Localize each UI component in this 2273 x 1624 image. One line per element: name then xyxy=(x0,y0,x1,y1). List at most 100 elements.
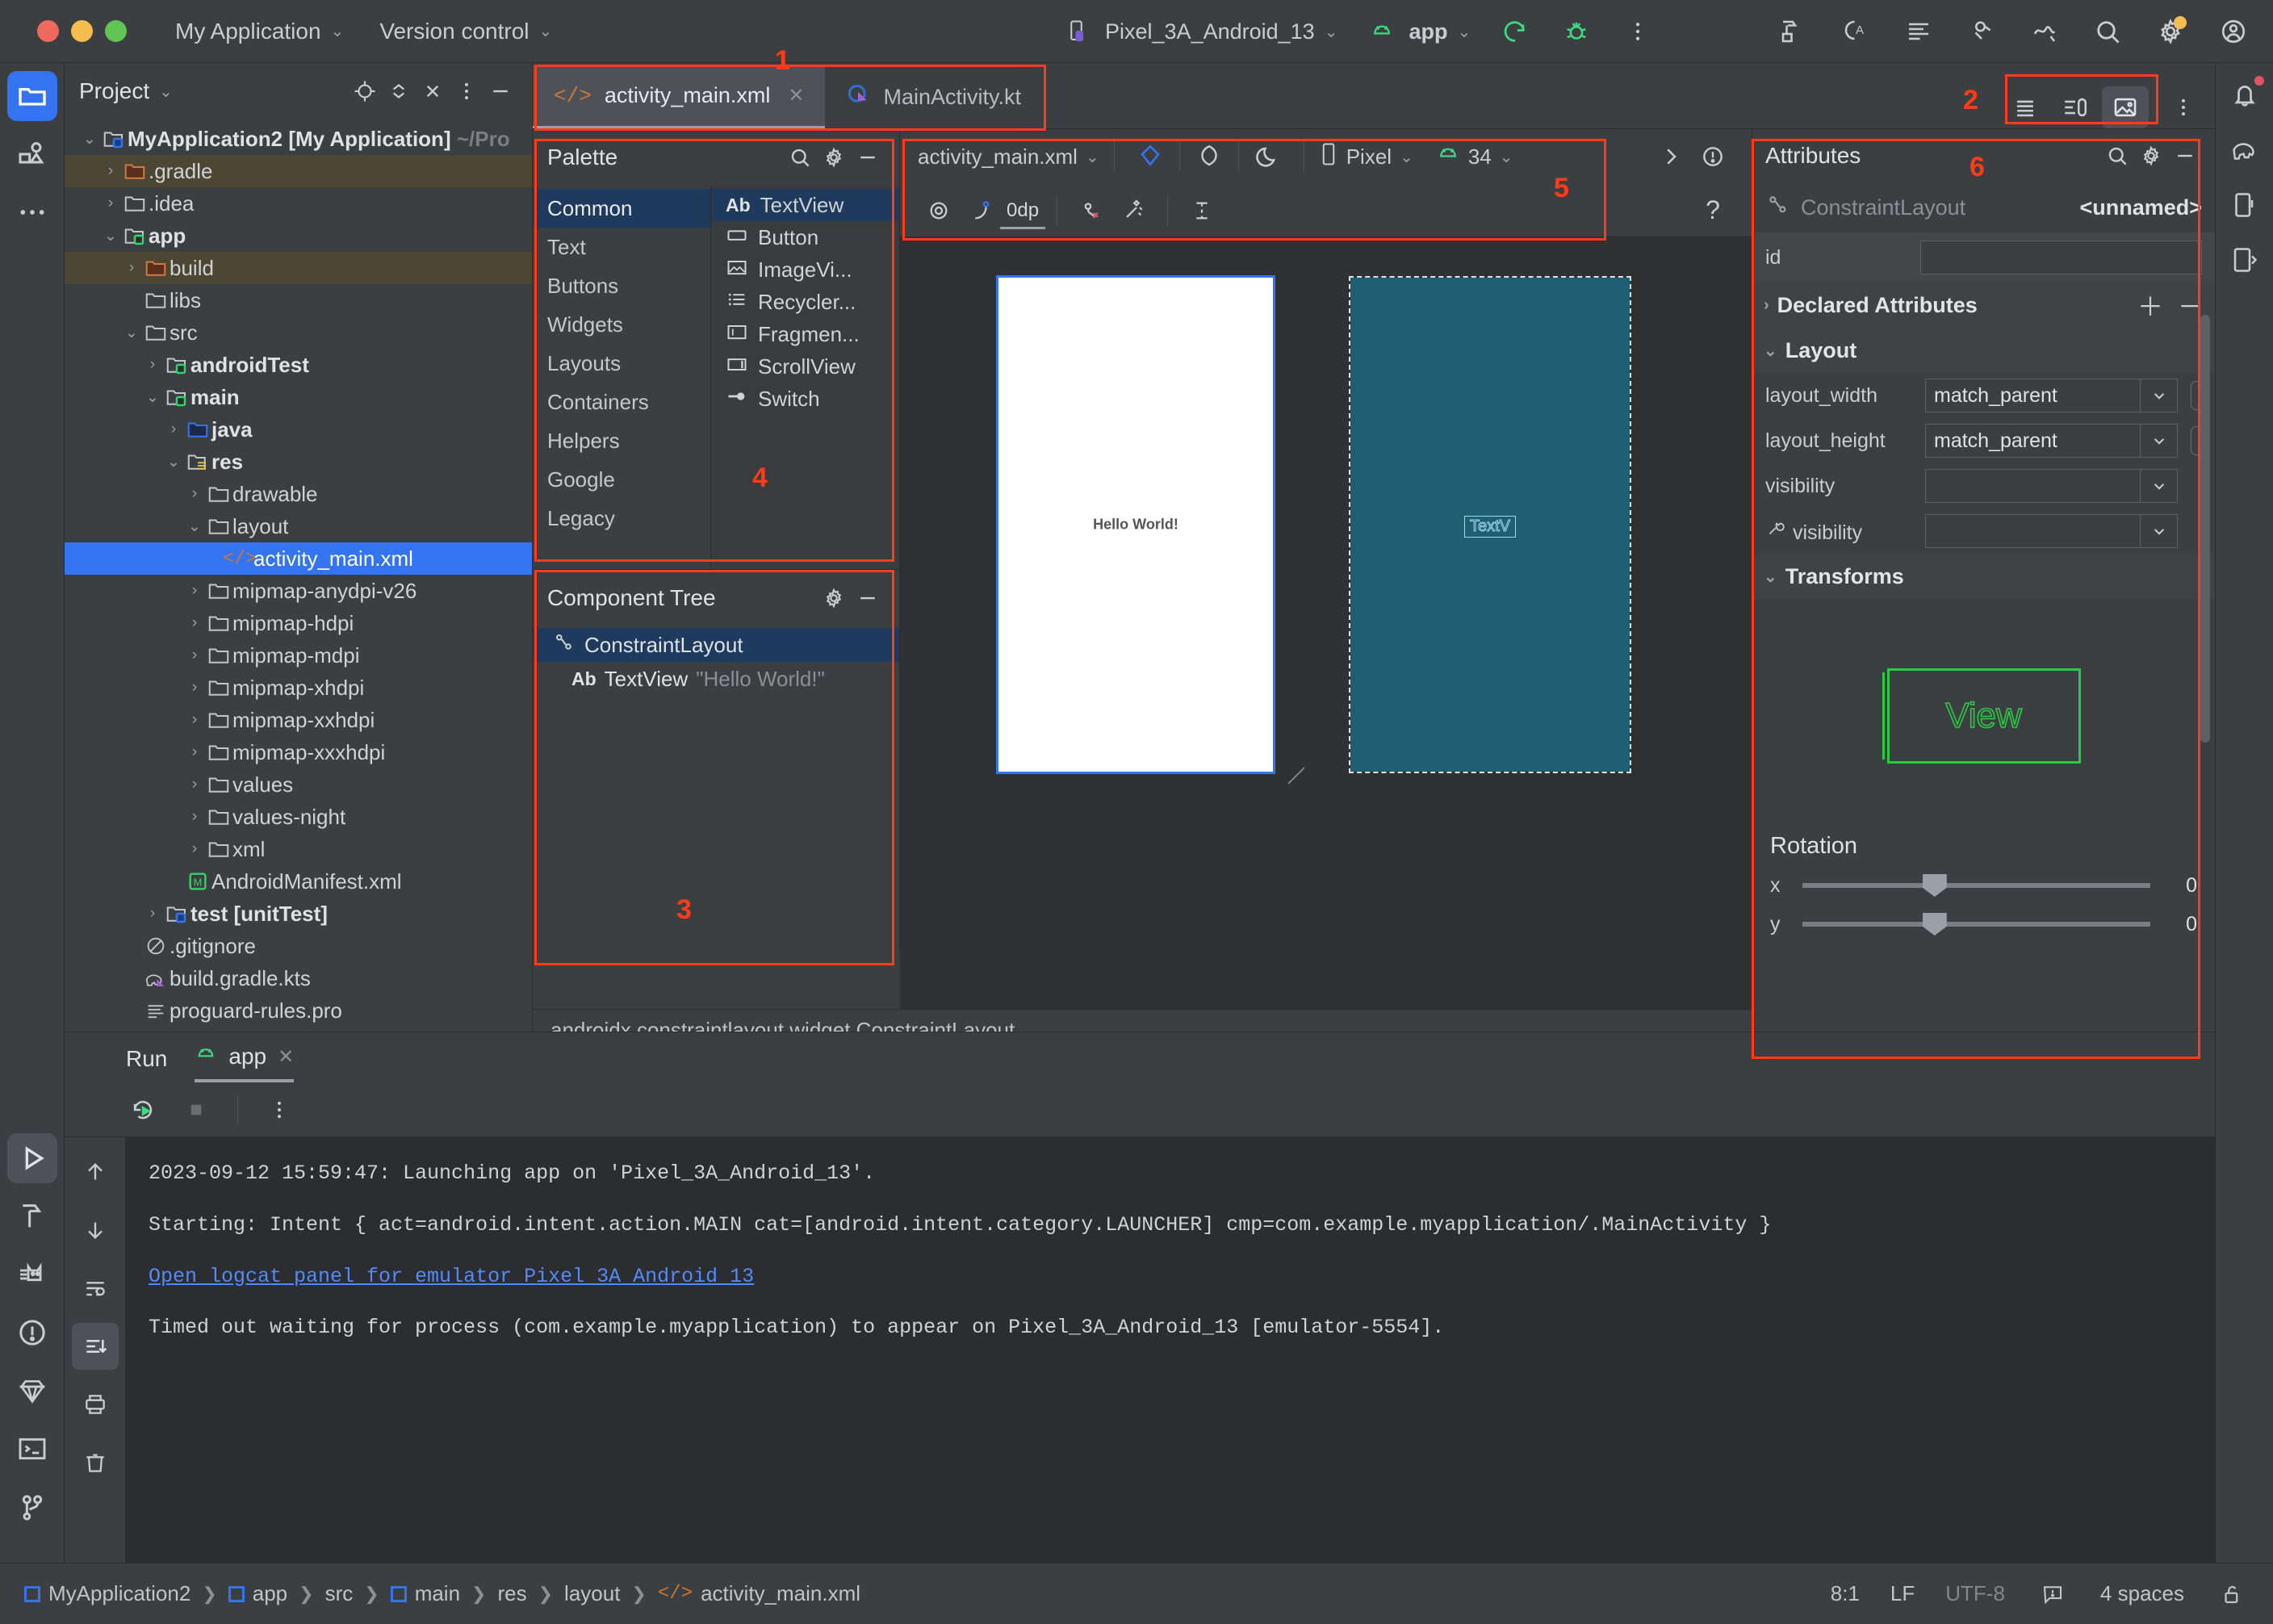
project-tree-row[interactable]: › .gradle xyxy=(65,155,532,187)
project-tree-row[interactable]: build.gradle.kts xyxy=(65,962,532,994)
palette-item-scrollview[interactable]: ScrollView xyxy=(711,350,899,383)
expand-collapse-icon[interactable] xyxy=(382,74,416,108)
minimize-window-button[interactable] xyxy=(71,20,93,42)
issues-icon[interactable] xyxy=(1692,138,1734,175)
breadcrumb-item[interactable]: res xyxy=(497,1581,526,1606)
infer-constraints-icon[interactable] xyxy=(1112,192,1154,229)
scroll-to-end-icon[interactable] xyxy=(71,1323,119,1370)
rerun-icon[interactable] xyxy=(126,1093,160,1127)
console-output[interactable]: 2023-09-12 15:59:47: Launching app on 'P… xyxy=(126,1137,2215,1563)
project-tree-row[interactable]: ⌄ MyApplication2 [My Application] ~/Pro xyxy=(65,123,532,155)
plus-icon[interactable]: ＋ xyxy=(2137,287,2163,324)
slider-thumb[interactable] xyxy=(1922,874,1947,897)
stop-icon[interactable] xyxy=(179,1093,213,1127)
build-icon[interactable] xyxy=(1776,15,1810,48)
notifications-bell-icon[interactable] xyxy=(2222,73,2267,118)
tree-expand-arrow[interactable]: › xyxy=(142,356,163,374)
sidebar-item-build[interactable] xyxy=(7,1191,57,1241)
minimize-icon[interactable] xyxy=(851,140,885,174)
tree-expand-arrow[interactable]: › xyxy=(184,840,205,858)
close-icon[interactable]: ✕ xyxy=(278,1045,294,1069)
tree-expand-arrow[interactable]: › xyxy=(100,195,121,212)
notifications-list-icon[interactable] xyxy=(1902,15,1936,48)
sidebar-item-more-tool-windows[interactable] xyxy=(7,187,57,237)
palette-category-common[interactable]: Common xyxy=(533,189,710,228)
chevron-down-icon[interactable] xyxy=(2140,470,2177,502)
project-tree-row[interactable]: › mipmap-xxhdpi xyxy=(65,704,532,736)
device-manager-panel-icon[interactable] xyxy=(2222,182,2267,228)
settings-gear-icon[interactable] xyxy=(2134,139,2168,173)
project-tree-row[interactable]: </> activity_main.xml xyxy=(65,542,532,575)
palette-category-layouts[interactable]: Layouts xyxy=(533,344,710,383)
resize-handle[interactable] xyxy=(1286,765,1307,786)
section-layout[interactable]: ⌄ Layout xyxy=(1752,328,2215,373)
tree-expand-arrow[interactable]: ⌄ xyxy=(121,324,142,342)
tab-main-activity-kt[interactable]: MainActivity.kt xyxy=(825,65,1042,128)
project-menu[interactable]: My Application ⌄ xyxy=(175,19,344,44)
project-tree-row[interactable]: › androidTest xyxy=(65,349,532,381)
tree-expand-arrow[interactable]: ⌄ xyxy=(142,388,163,407)
show-constraints-icon[interactable] xyxy=(918,192,960,229)
slider-track[interactable] xyxy=(1802,913,2150,935)
minimize-icon[interactable] xyxy=(851,581,885,615)
project-tree-row[interactable]: M AndroidManifest.xml xyxy=(65,865,532,898)
palette-item-list[interactable]: Ab TextView Button ImageVi... Recycler... Fra… xyxy=(710,186,899,569)
section-declared-attributes[interactable]: › Declared Attributes ＋ － xyxy=(1752,283,2215,328)
tree-expand-arrow[interactable]: ⌄ xyxy=(100,227,121,245)
project-tree-row[interactable]: › mipmap-mdpi xyxy=(65,639,532,672)
breadcrumb[interactable]: MyApplication2 ❯ app ❯ src ❯ main ❯ res ❯ layout ❯ <… xyxy=(24,1581,860,1606)
code-mode-button[interactable] xyxy=(2002,86,2049,128)
sidebar-item-problems[interactable] xyxy=(7,1308,57,1358)
attribute-combo[interactable]: match_parent xyxy=(1925,379,2178,412)
breadcrumb-item[interactable]: main xyxy=(390,1581,460,1606)
running-devices-icon[interactable] xyxy=(2222,237,2267,283)
tree-expand-arrow[interactable]: › xyxy=(184,679,205,697)
tree-expand-arrow[interactable]: › xyxy=(184,808,205,826)
close-window-button[interactable] xyxy=(37,20,59,42)
slider-thumb[interactable] xyxy=(1922,913,1947,935)
tree-expand-arrow[interactable]: › xyxy=(184,743,205,761)
palette-item-fragmen[interactable]: Fragmen... xyxy=(711,318,899,350)
tree-expand-arrow[interactable]: › xyxy=(184,614,205,632)
project-tree-row[interactable]: ⌄ app xyxy=(65,220,532,252)
tree-expand-arrow[interactable]: › xyxy=(121,259,142,277)
project-tree-row[interactable]: ⌄ src xyxy=(65,316,532,349)
locate-icon[interactable] xyxy=(348,74,382,108)
project-tree-row[interactable]: › test [unitTest] xyxy=(65,898,532,930)
design-canvas[interactable]: Hello World! TextV xyxy=(900,237,1752,978)
clear-constraints-icon[interactable] xyxy=(1070,192,1112,229)
blueprint-preview-render[interactable]: TextV xyxy=(1349,276,1631,773)
palette-category-legacy[interactable]: Legacy xyxy=(533,499,710,538)
sidebar-item-project[interactable] xyxy=(6,71,57,121)
palette-category-containers[interactable]: Containers xyxy=(533,383,710,421)
line-separator[interactable]: LF xyxy=(1890,1581,1915,1606)
transform-preview[interactable]: View xyxy=(1752,599,2215,833)
palette-item-textview[interactable]: Ab TextView xyxy=(711,189,899,221)
project-tree-row[interactable]: › .idea xyxy=(65,187,532,220)
gradle-elephant-icon[interactable] xyxy=(2222,128,2267,173)
more-vertical-icon[interactable] xyxy=(2166,90,2200,124)
breadcrumb-item[interactable]: layout xyxy=(564,1581,620,1606)
sidebar-item-resource-manager[interactable] xyxy=(7,129,57,179)
slider-track[interactable] xyxy=(1802,874,2150,897)
project-tree-row[interactable]: › values xyxy=(65,768,532,801)
window-controls[interactable] xyxy=(37,20,127,42)
tree-expand-arrow[interactable]: ⌄ xyxy=(163,453,184,471)
palette-item-imagevi[interactable]: ImageVi... xyxy=(711,253,899,286)
project-tree-row[interactable]: › mipmap-hdpi xyxy=(65,607,532,639)
account-icon[interactable] xyxy=(2216,15,2250,48)
night-mode-icon[interactable] xyxy=(1247,138,1289,175)
tree-expand-arrow[interactable]: ⌄ xyxy=(184,517,205,536)
tree-expand-arrow[interactable]: › xyxy=(184,647,205,664)
settings-gear-icon[interactable] xyxy=(2154,15,2187,48)
device-preview-selector[interactable]: Pixel ⌄ xyxy=(1319,142,1413,172)
project-tree-row[interactable]: › xml xyxy=(65,833,532,865)
device-manager-icon[interactable] xyxy=(1965,15,1999,48)
debug-icon[interactable] xyxy=(1559,15,1593,48)
tree-expand-arrow[interactable]: › xyxy=(163,421,184,438)
settings-gear-icon[interactable] xyxy=(817,581,851,615)
attribute-combo[interactable] xyxy=(1925,514,2178,548)
search-icon[interactable] xyxy=(2100,139,2134,173)
minimize-icon[interactable] xyxy=(483,74,517,108)
open-logcat-link[interactable]: Open logcat panel for emulator Pixel 3A … xyxy=(149,1265,754,1288)
